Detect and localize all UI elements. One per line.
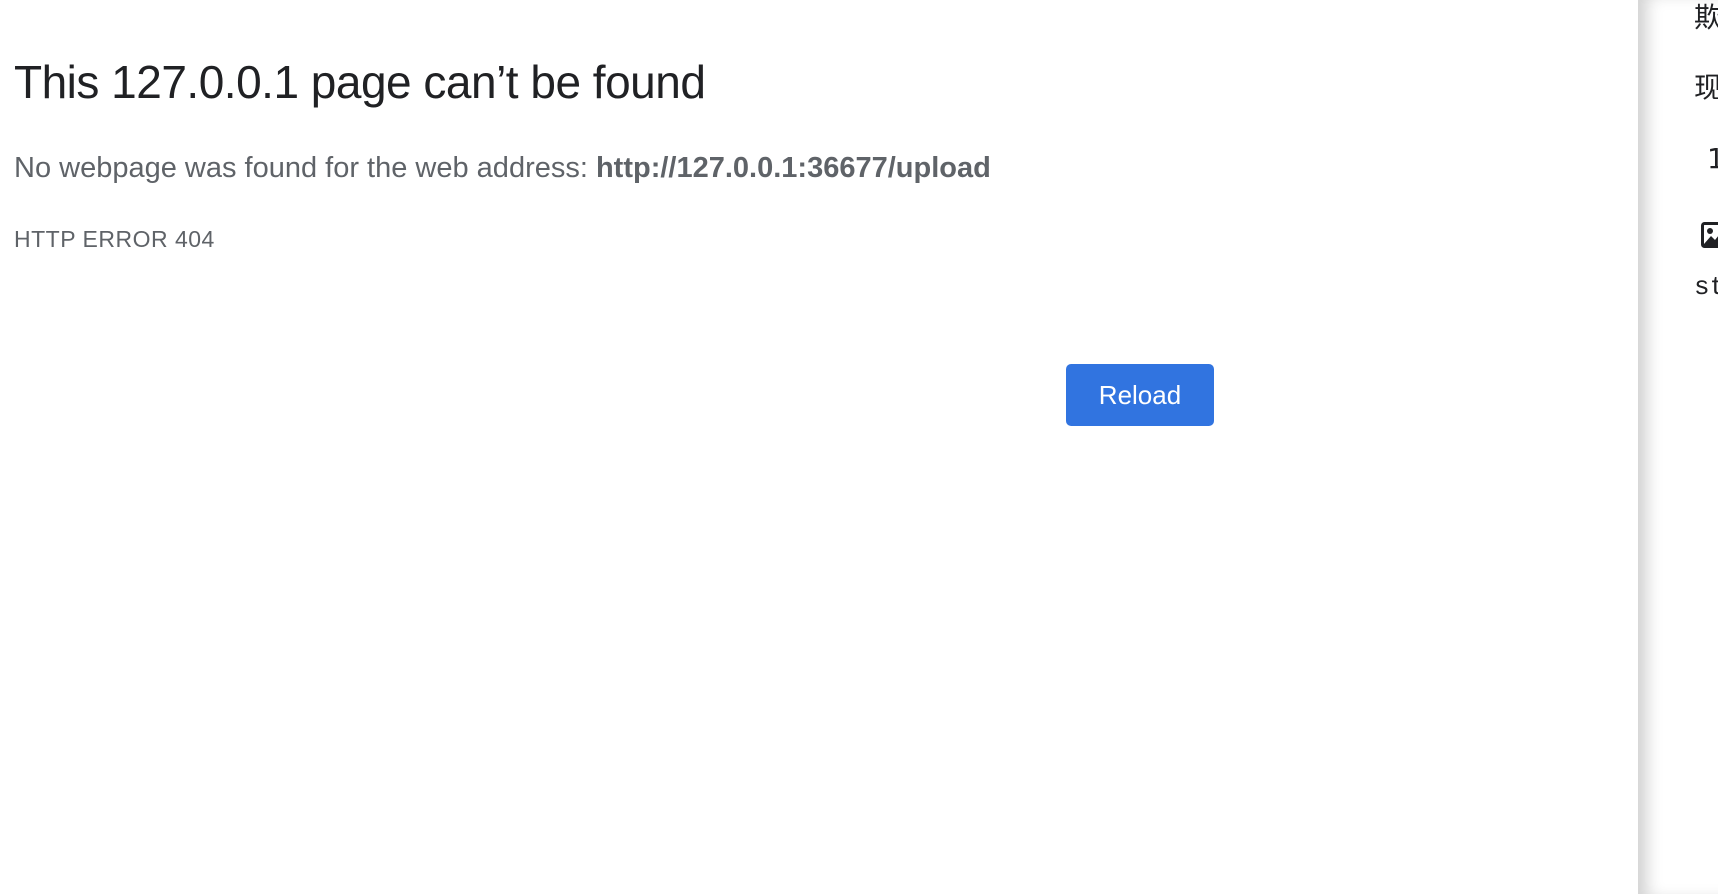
side-panel-text-1: 欺 [1694,0,1718,36]
side-panel-text-2: 现 [1694,66,1718,106]
error-code: HTTP ERROR 404 [14,226,215,252]
error-page: This 127.0.0.1 page can’t be found No we… [0,0,1638,894]
side-panel: 欺 现 1 st [1638,0,1718,894]
side-panel-text-4: st [1694,272,1718,302]
error-url: http://127.0.0.1:36677/upload [595,152,991,184]
error-message-text: No webpage was found for the web address… [14,152,596,184]
image-icon[interactable] [1701,222,1718,248]
reload-button[interactable]: Reload [1066,364,1214,426]
error-title: This 127.0.0.1 page can’t be found [14,56,706,108]
browser-page: This 127.0.0.1 page can’t be found No we… [0,0,1718,894]
side-panel-text-3: 1 [1707,142,1718,175]
error-message: No webpage was found for the web address… [14,148,991,188]
